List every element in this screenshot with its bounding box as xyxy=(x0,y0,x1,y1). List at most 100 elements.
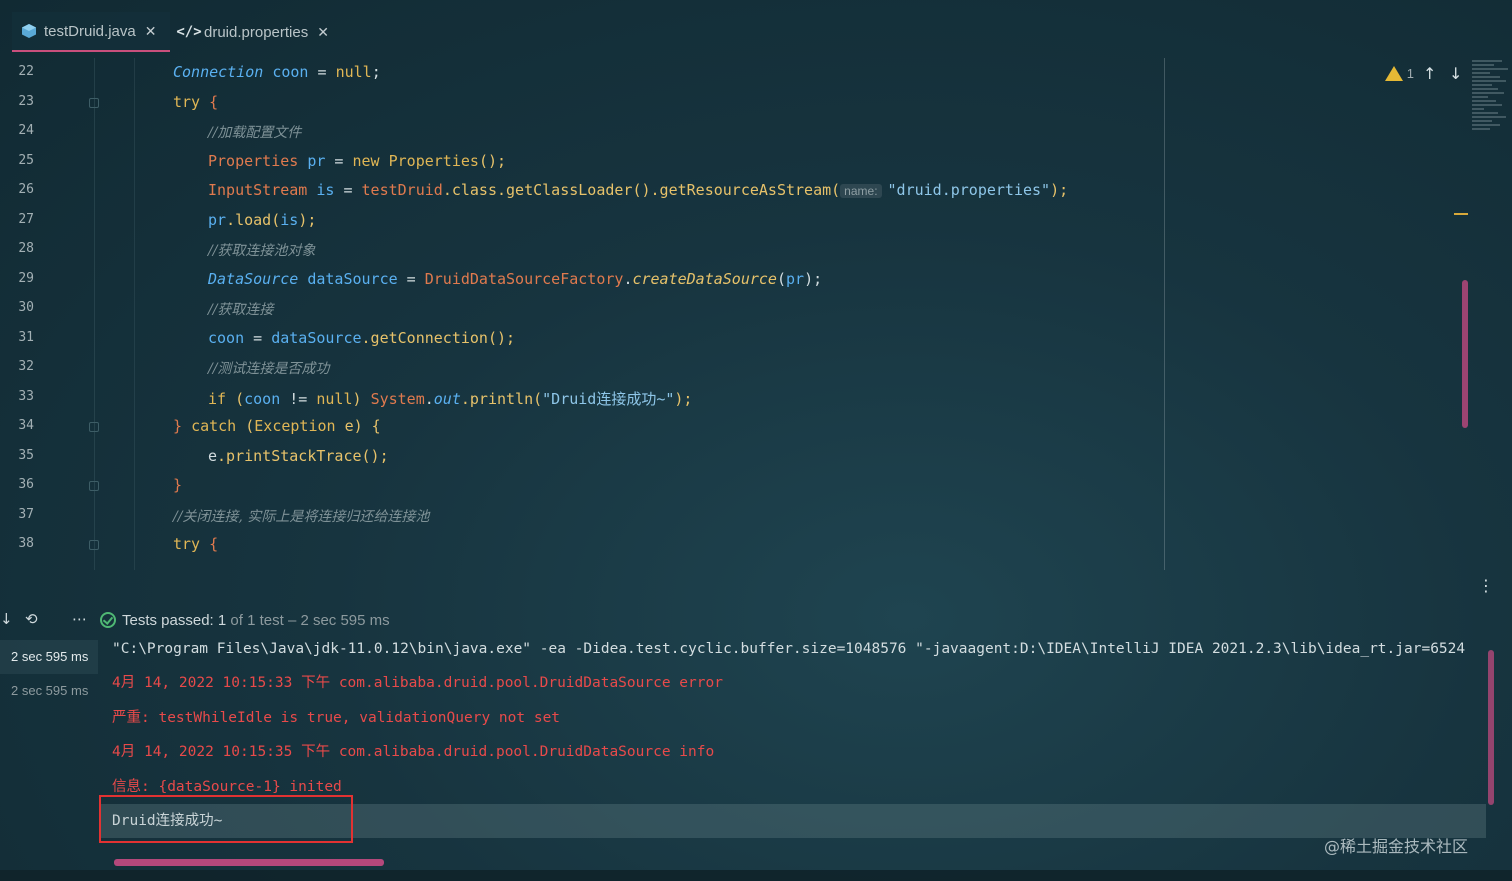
console-line: "C:\Program Files\Java\jdk-11.0.12\bin\j… xyxy=(112,641,1466,657)
token: dataSource xyxy=(298,270,398,288)
code-line-30: //获取连接 xyxy=(208,299,273,319)
run-tool-window: ⋮ ↓ ⟲ ⋯ Tests passed: 1 of 1 test – 2 se… xyxy=(0,570,1512,881)
right-margin-guide xyxy=(1164,58,1165,570)
tab-label: testDruid.java xyxy=(44,22,136,40)
minimap-line xyxy=(1472,128,1490,130)
token: = xyxy=(397,270,425,288)
line-number: 35 xyxy=(18,448,34,463)
token: != xyxy=(280,390,317,408)
token: createDataSource xyxy=(632,270,777,288)
code-editor[interactable]: 22 23 24 25 26 27 28 29 30 31 32 33 34 3… xyxy=(0,58,1512,570)
minimap-line xyxy=(1472,60,1502,62)
console-vertical-scrollbar[interactable] xyxy=(1488,650,1494,805)
tests-passed-label: Tests passed: xyxy=(122,612,214,629)
token: InputStream xyxy=(208,181,308,199)
token: e) { xyxy=(335,417,381,435)
line-number: 33 xyxy=(18,389,34,404)
fold-marker[interactable] xyxy=(89,540,99,550)
indent-guide xyxy=(134,58,135,570)
token: ( xyxy=(236,417,255,435)
minimap-line xyxy=(1472,92,1504,94)
tree-item-root[interactable]: 2 sec 595 ms xyxy=(0,640,98,674)
line-number: 26 xyxy=(18,182,34,197)
minimap-line xyxy=(1472,104,1502,106)
token: testDruid xyxy=(361,181,443,199)
minimap-line xyxy=(1472,116,1506,118)
tests-summary: of 1 test – 2 sec 595 ms xyxy=(230,612,390,629)
comment: //测试连接是否成功 xyxy=(208,361,330,377)
line-number: 24 xyxy=(18,123,34,138)
token: DataSource xyxy=(208,270,299,288)
minimap-line xyxy=(1472,96,1488,98)
token: pr xyxy=(298,152,326,170)
token: { xyxy=(200,535,219,553)
code-line-24: //加载配置文件 xyxy=(208,122,301,142)
editor-scrollbar[interactable] xyxy=(1462,280,1468,428)
token: ); xyxy=(804,270,823,288)
line-number: 32 xyxy=(18,359,34,374)
token: ( xyxy=(776,270,786,288)
tab-label: druid.properties xyxy=(204,23,309,41)
token: .printStackTrace(); xyxy=(217,447,389,465)
code-line-29: DataSource dataSource = DruidDataSourceF… xyxy=(208,270,822,288)
more-options-icon[interactable]: ⋮ xyxy=(1478,576,1494,595)
close-icon[interactable]: ✕ xyxy=(145,23,157,40)
token: Properties xyxy=(208,152,299,170)
console-line: 4月 14, 2022 10:15:35 下午 com.alibaba.drui… xyxy=(112,744,715,761)
token: coon xyxy=(244,390,281,408)
token: Connection xyxy=(173,63,264,81)
token: if xyxy=(208,390,227,408)
console-horizontal-scrollbar[interactable] xyxy=(114,859,384,866)
line-number: 22 xyxy=(18,64,34,79)
minimap-line xyxy=(1472,72,1490,74)
token: Properties xyxy=(388,152,479,170)
tab-testdruid-java[interactable]: testDruid.java ✕ xyxy=(12,12,170,52)
code-line-28: //获取连接池对象 xyxy=(208,240,315,260)
minimap-line xyxy=(1472,80,1506,82)
minimap-line xyxy=(1472,112,1498,114)
status-bar xyxy=(0,870,1512,881)
fold-marker[interactable] xyxy=(89,422,99,432)
token: ); xyxy=(674,390,693,408)
close-icon[interactable]: ✕ xyxy=(317,24,329,41)
tests-passed-count: 1 xyxy=(217,612,227,629)
line-number: 28 xyxy=(18,241,34,256)
tab-druid-properties[interactable]: </> druid.properties ✕ xyxy=(176,18,348,46)
token: e xyxy=(208,447,218,465)
tree-item-test[interactable]: 2 sec 595 ms xyxy=(0,674,98,708)
minimap-line xyxy=(1472,88,1498,90)
fold-marker[interactable] xyxy=(89,481,99,491)
test-results-tree[interactable]: 2 sec 595 ms 2 sec 595 ms xyxy=(0,640,98,708)
token: = xyxy=(308,63,336,81)
arrow-up-icon[interactable]: ↑ xyxy=(1423,64,1436,83)
inspection-widget[interactable]: 1 xyxy=(1384,66,1414,81)
parameter-hint: name: xyxy=(840,184,882,198)
fold-marker[interactable] xyxy=(89,98,99,108)
code-minimap[interactable] xyxy=(1472,58,1512,228)
sort-down-icon[interactable]: ↓ xyxy=(0,610,13,628)
token: } xyxy=(173,476,183,494)
token: try xyxy=(173,93,201,111)
ellipsis-icon[interactable]: ⋯ xyxy=(72,610,87,628)
token: .println( xyxy=(460,390,543,408)
arrow-down-icon[interactable]: ↓ xyxy=(1449,64,1462,83)
warning-stripe-marker[interactable] xyxy=(1454,213,1468,215)
code-line-34: } catch (Exception e) { xyxy=(173,417,381,435)
token: pr xyxy=(786,270,805,288)
token: } xyxy=(173,417,192,435)
token: null xyxy=(335,63,372,81)
history-icon[interactable]: ⟲ xyxy=(25,610,38,628)
minimap-line xyxy=(1472,68,1508,70)
minimap-line xyxy=(1472,120,1492,122)
highlight-annotation-box xyxy=(99,795,353,843)
token: . xyxy=(424,390,434,408)
token: = xyxy=(325,152,353,170)
comment: //关闭连接, 实际上是将连接归还给连接池 xyxy=(173,509,430,525)
watermark: @稀土掘金技术社区 xyxy=(1324,837,1469,856)
console-line: 4月 14, 2022 10:15:33 下午 com.alibaba.drui… xyxy=(112,675,723,692)
token: is xyxy=(307,181,335,199)
token: out xyxy=(433,390,461,408)
comment: //加载配置文件 xyxy=(208,125,302,141)
token: = xyxy=(244,329,272,347)
token: { xyxy=(200,93,219,111)
